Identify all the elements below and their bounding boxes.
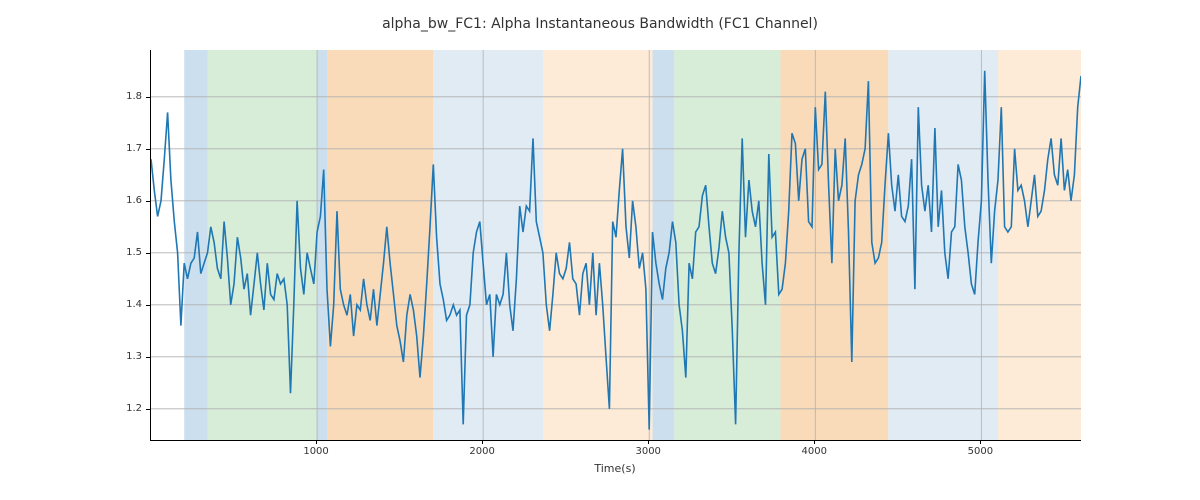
background-span bbox=[653, 50, 675, 440]
figure: alpha_bw_FC1: Alpha Instantaneous Bandwi… bbox=[0, 0, 1200, 500]
xtick-label: 1000 bbox=[296, 446, 336, 457]
background-span bbox=[327, 50, 433, 440]
ytick bbox=[146, 357, 150, 358]
xtick-label: 4000 bbox=[794, 446, 834, 457]
xtick bbox=[316, 440, 317, 444]
ytick bbox=[146, 201, 150, 202]
ytick bbox=[146, 97, 150, 98]
xtick-label: 2000 bbox=[462, 446, 502, 457]
xtick bbox=[482, 440, 483, 444]
plot-area bbox=[150, 50, 1081, 441]
xtick bbox=[814, 440, 815, 444]
ytick-label: 1.4 bbox=[102, 299, 142, 310]
background-span bbox=[998, 50, 1081, 440]
ytick-label: 1.2 bbox=[102, 403, 142, 414]
ytick-label: 1.5 bbox=[102, 247, 142, 258]
ytick-label: 1.8 bbox=[102, 91, 142, 102]
background-span bbox=[433, 50, 543, 440]
x-axis-label: Time(s) bbox=[150, 462, 1080, 475]
xtick bbox=[980, 440, 981, 444]
background-span bbox=[207, 50, 317, 440]
ytick-label: 1.7 bbox=[102, 143, 142, 154]
xtick bbox=[648, 440, 649, 444]
xtick-label: 5000 bbox=[960, 446, 1000, 457]
xtick-label: 3000 bbox=[628, 446, 668, 457]
ytick-label: 1.6 bbox=[102, 195, 142, 206]
chart-title: alpha_bw_FC1: Alpha Instantaneous Bandwi… bbox=[0, 16, 1200, 32]
ytick bbox=[146, 149, 150, 150]
plot-svg bbox=[151, 50, 1081, 440]
ytick bbox=[146, 253, 150, 254]
ytick bbox=[146, 305, 150, 306]
ytick bbox=[146, 409, 150, 410]
ytick-label: 1.3 bbox=[102, 351, 142, 362]
background-span bbox=[543, 50, 653, 440]
